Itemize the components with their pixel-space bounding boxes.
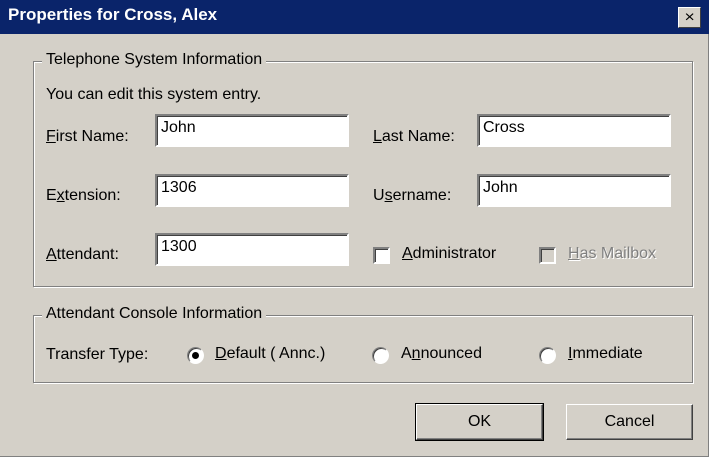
extension-field[interactable]: 1306 <box>155 174 349 207</box>
has-mailbox-checkbox <box>539 247 556 264</box>
radio-selected-dot <box>192 352 199 359</box>
first-name-field[interactable]: John <box>155 114 349 147</box>
group-title-telephone: Telephone System Information <box>42 51 267 69</box>
has-mailbox-label: Has Mailbox <box>568 245 657 262</box>
close-button[interactable]: × <box>678 7 701 28</box>
transfer-immediate-radio[interactable] <box>539 347 556 364</box>
transfer-type-label: Transfer Type: <box>46 346 149 363</box>
transfer-default-radio[interactable] <box>187 347 204 364</box>
attendant-label: Attendant: <box>46 246 119 263</box>
edit-info-text: You can edit this system entry. <box>46 86 262 103</box>
group-title-console: Attendant Console Information <box>42 305 267 323</box>
cancel-button[interactable]: Cancel <box>566 404 693 440</box>
title-bar[interactable]: Properties for Cross, Alex × <box>0 0 709 34</box>
extension-value: 1306 <box>161 179 197 196</box>
administrator-label[interactable]: Administrator <box>402 245 496 263</box>
close-icon: × <box>684 8 695 26</box>
first-name-value: John <box>161 119 196 136</box>
cancel-button-label: Cancel <box>604 413 655 430</box>
administrator-checkbox[interactable] <box>373 247 390 264</box>
window-title: Properties for Cross, Alex <box>8 5 218 24</box>
transfer-announced-radio[interactable] <box>372 347 389 364</box>
last-name-value: Cross <box>483 119 525 136</box>
extension-label: Extension: <box>46 187 121 204</box>
username-value: John <box>483 179 518 196</box>
ok-button[interactable]: OK <box>415 403 544 441</box>
properties-dialog: Properties for Cross, Alex × Telephone S… <box>0 0 709 457</box>
ok-button-label: OK <box>467 413 492 430</box>
username-field[interactable]: John <box>477 174 671 207</box>
last-name-field[interactable]: Cross <box>477 114 671 147</box>
username-label: Username: <box>373 187 452 204</box>
transfer-announced-label[interactable]: Announced <box>401 345 482 363</box>
transfer-immediate-label[interactable]: Immediate <box>568 345 643 363</box>
transfer-default-label[interactable]: Default ( Annc.) <box>215 345 325 363</box>
first-name-label: First Name: <box>46 128 129 145</box>
last-name-label: Last Name: <box>373 128 455 145</box>
attendant-value: 1300 <box>161 238 197 255</box>
attendant-field[interactable]: 1300 <box>155 233 349 266</box>
